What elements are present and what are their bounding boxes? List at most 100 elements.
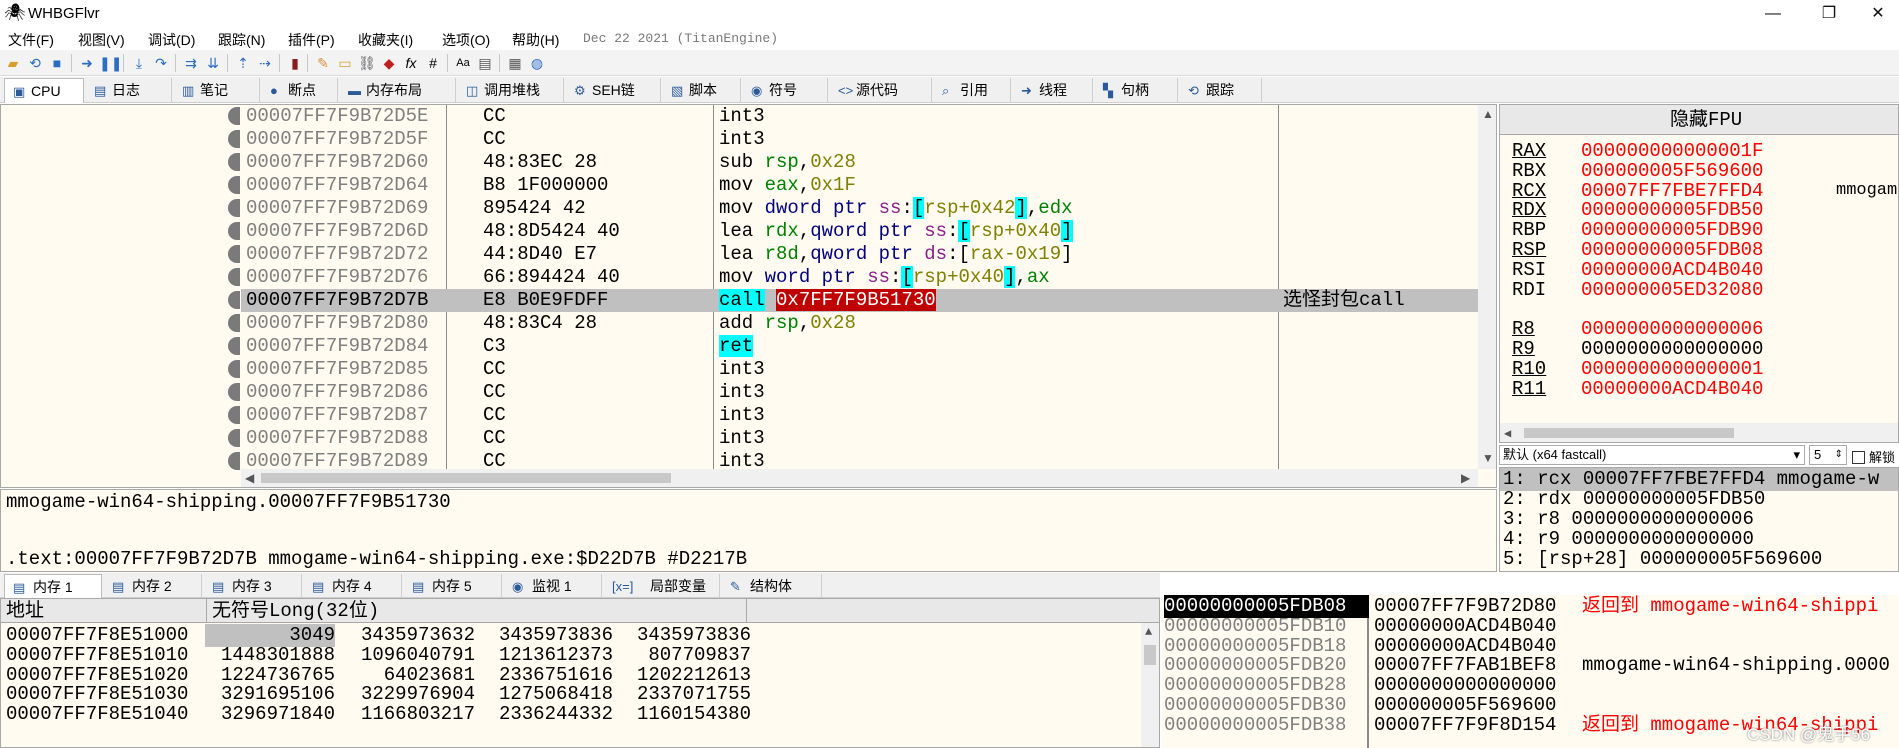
bookmark-icon[interactable]: ◆ [379,53,399,73]
tab-item-12[interactable]: ▚ 句柄 [1095,78,1178,103]
disasm-row[interactable]: 00007FF7F9B72D69 895424 42 mov dword ptr s… [241,197,1478,220]
breakpoint-marker[interactable] [228,153,240,171]
tab-item-1[interactable]: ▤ 日志 [86,78,172,103]
memtab-6[interactable]: [x=] 局部变量 [604,574,720,599]
menu-trace[interactable]: 跟踪(N) [218,30,265,50]
disasm-row[interactable]: 00007FF7F9B72D7B E8 B0E9FDFF call 0x7FF7F9… [241,289,1478,312]
unlock-checkbox[interactable]: 解锁 [1852,447,1895,466]
dump-row[interactable]: 00007FF7F8E51040 3296971840 1166803217 2336… [1,703,1141,726]
disassembly-grid[interactable]: 00007FF7F9B72D5E CC int3 00007FF7F9B72D5F CC… [241,105,1478,472]
registers-panel[interactable]: 隐藏FPU RAX 000000000000001F RBX 000000005F56… [1499,104,1899,443]
tab-item-4[interactable]: ▬ 内存布局 [340,78,456,103]
stop-icon[interactable]: ■ [47,53,67,73]
breakpoint-marker[interactable] [228,107,240,125]
disassembly-view[interactable]: 00007FF7F9B72D5E CC int3 00007FF7F9B72D5F CC… [0,104,1497,488]
breakpoint-marker[interactable] [228,291,240,309]
hide-fpu-button[interactable]: 隐藏FPU [1500,105,1898,135]
menu-options[interactable]: 选项(O) [442,30,490,50]
memtab-0[interactable]: ▤ 内存 1 [4,574,102,599]
tab-item-2[interactable]: ▥ 笔记 [174,78,260,103]
tab-item-6[interactable]: ⚙ SEH链 [566,78,661,103]
calculator-icon[interactable]: ▦ [505,53,525,73]
breakpoint-marker[interactable] [228,406,240,424]
disasm-row[interactable]: 00007FF7F9B72D85 CC int3 [241,358,1478,381]
menu-view[interactable]: 视图(V) [78,30,125,50]
restart-icon[interactable]: ⟲ [25,53,45,73]
registers-hscroll[interactable]: ◀ [1500,423,1898,442]
dump-col-address[interactable]: 地址 [1,599,207,623]
menu-plugins[interactable]: 插件(P) [288,30,335,50]
call-convention-select[interactable]: 默认 (x64 fastcall) ▾ [1499,445,1805,465]
comment-icon[interactable]: ▭ [335,53,355,73]
disasm-row[interactable]: 00007FF7F9B72D64 B8 1F000000 mov eax,0x1F [241,174,1478,197]
breakpoint-marker[interactable] [228,383,240,401]
register-row[interactable]: R11 00000000ACD4B040 [1500,377,1898,401]
breakpoint-marker[interactable] [228,222,240,240]
trace-over-icon[interactable]: ⇊ [203,53,223,73]
disasm-row[interactable]: 00007FF7F9B72D60 48:83EC 28 sub rsp,0x28 [241,151,1478,174]
argument-row[interactable]: 5: [rsp+28] 000000005F569600 [1503,548,1822,571]
arguments-panel[interactable]: 1: rcx 00007FF7FBE7FFD4 mmogame-w 2: rdx … [1499,467,1899,572]
disasm-row[interactable]: 00007FF7F9B72D72 44:8D40 E7 lea r8d,qword … [241,243,1478,266]
disasm-row[interactable]: 00007FF7F9B72D5E CC int3 [241,105,1478,128]
tab-item-9[interactable]: <> 源代码 [830,78,932,103]
breakpoint-marker[interactable] [228,360,240,378]
globe-icon[interactable]: ◍ [527,53,547,73]
dump-value[interactable]: 1166803217 [345,703,475,726]
menu-file[interactable]: 文件(F) [8,30,54,50]
breakpoint-marker[interactable] [228,130,240,148]
trace-into-icon[interactable]: ⇉ [181,53,201,73]
disasm-row[interactable]: 00007FF7F9B72D87 CC int3 [241,404,1478,427]
memtab-5[interactable]: ◉ 监视 1 [504,574,602,599]
patch-icon[interactable]: ✎ [313,53,333,73]
arg-count-spinner[interactable]: 5 ⇕ [1809,445,1847,465]
disasm-row[interactable]: 00007FF7F9B72D76 66:894424 40 mov word ptr… [241,266,1478,289]
disasm-row[interactable]: 00007FF7F9B72D80 48:83C4 28 add rsp,0x28 [241,312,1478,335]
breakpoint-gutter[interactable] [1,105,241,470]
tab-item-3[interactable]: ● 断点 [262,78,338,103]
breakpoint-marker[interactable] [228,176,240,194]
memtab-3[interactable]: ▤ 内存 4 [304,574,402,599]
tab-item-11[interactable]: ➜ 线程 [1013,78,1093,103]
register-value[interactable]: 00000000ACD4B040 [1581,377,1763,401]
disasm-row[interactable]: 00007FF7F9B72D86 CC int3 [241,381,1478,404]
font-icon[interactable]: Aa [453,53,473,73]
dump-col-data[interactable]: 无符号Long(32位) [207,599,747,623]
tab-item-7[interactable]: ▧ 脚本 [663,78,741,103]
step-into-icon[interactable]: ⤓ [129,53,149,73]
memtab-2[interactable]: ▤ 内存 3 [204,574,302,599]
dump-value[interactable]: 1160154380 [621,703,751,726]
disasm-row[interactable]: 00007FF7F9B72D84 C3 ret [241,335,1478,358]
memory-dump[interactable]: 地址 无符号Long(32位) ▲ 00007FF7F8E51000 3049 34… [0,598,1160,748]
close-button[interactable]: ✕ [1857,2,1899,26]
breakpoint-marker[interactable] [228,245,240,263]
run-to-user-code-icon[interactable]: ⇢ [255,53,275,73]
breakpoint-marker[interactable] [228,452,240,470]
minimize-button[interactable]: — [1752,2,1794,26]
memtab-1[interactable]: ▤ 内存 2 [104,574,202,599]
breakpoint-marker[interactable] [228,429,240,447]
disasm-row[interactable]: 00007FF7F9B72D88 CC int3 [241,427,1478,450]
hash-icon[interactable]: # [423,53,443,73]
link-icon[interactable]: ⛓ [357,53,377,73]
disassembly-hscroll[interactable]: ◀ ▶ [241,469,1478,487]
run-icon[interactable]: ➜ [77,53,97,73]
document-icon[interactable]: ▤ [475,53,495,73]
tab-item-8[interactable]: ◉ 符号 [743,78,828,103]
dump-vscroll[interactable]: ▲ [1141,623,1159,747]
disasm-row[interactable]: 00007FF7F9B72D5F CC int3 [241,128,1478,151]
breakpoint-marker[interactable] [228,314,240,332]
function-icon[interactable]: fx [401,53,421,73]
menu-help[interactable]: 帮助(H) [512,30,559,50]
breakpoint-marker[interactable] [228,268,240,286]
breakpoint-marker[interactable] [228,337,240,355]
disassembly-vscroll[interactable]: ▲ ▼ [1478,105,1496,469]
tab-item-10[interactable]: ⌕ 引用 [934,78,1011,103]
disasm-row[interactable]: 00007FF7F9B72D6D 48:8D5424 40 lea rdx,qwor… [241,220,1478,243]
memtab-7[interactable]: ✎ 结构体 [722,574,822,599]
scylla-icon[interactable]: ▮ [285,53,305,73]
pause-icon[interactable]: ❚❚ [99,53,122,73]
tab-cpu[interactable]: ▣ CPU [4,78,84,103]
dump-value[interactable]: 3296971840 [205,703,335,726]
memtab-4[interactable]: ▤ 内存 5 [404,574,502,599]
